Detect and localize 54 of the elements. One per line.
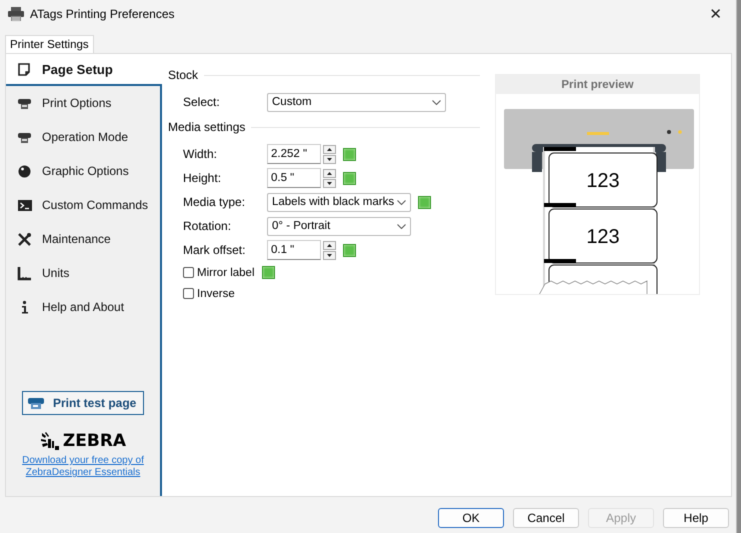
preview-heading: Print preview — [496, 75, 699, 94]
window-title: ATags Printing Preferences — [30, 7, 176, 21]
input-field[interactable]: 2.252 " — [267, 144, 321, 164]
triangle-down-icon — [327, 158, 332, 160]
print-test-page-button[interactable]: Print test page — [22, 391, 144, 415]
dropdown[interactable]: Custom — [267, 92, 446, 112]
checkbox[interactable] — [183, 288, 194, 299]
printer-icon — [27, 396, 45, 410]
label-number: 123 — [586, 170, 620, 192]
dropdown[interactable]: 0° - Portrait — [267, 216, 411, 236]
field-label: Width: — [183, 147, 218, 161]
spin-up-button[interactable] — [323, 168, 336, 178]
dropdown[interactable]: Labels with black marks — [267, 192, 411, 212]
dialog-button[interactable]: Cancel — [513, 508, 579, 528]
spin-up-button[interactable] — [323, 240, 336, 250]
triangle-down-icon — [327, 182, 332, 184]
label-number: 123 — [586, 226, 620, 248]
field-label: Height: — [183, 171, 222, 185]
input-field[interactable]: 0.5 " — [267, 168, 321, 188]
triangle-up-icon — [327, 148, 332, 150]
download-link[interactable]: Download your free copy of ZebraDesigner Essentials — [18, 455, 148, 479]
spin-up-button[interactable] — [323, 144, 336, 154]
checkbox[interactable] — [183, 267, 194, 278]
zebra-logo: ZEBRA — [62, 431, 126, 451]
close-button[interactable]: ✕ — [703, 5, 728, 23]
checkbox-label: Inverse — [197, 288, 235, 300]
triangle-up-icon — [327, 244, 332, 246]
ruler-icon — [17, 266, 32, 280]
triangle-down-icon — [327, 254, 332, 256]
zebra-logo-icon — [40, 431, 60, 451]
chevron-down-icon — [432, 100, 441, 104]
chevron-down-icon — [397, 200, 406, 204]
printer-icon — [8, 7, 24, 21]
section-heading: Media settings — [168, 120, 246, 134]
dialog-button[interactable]: OK — [438, 508, 504, 528]
chevron-down-icon — [397, 224, 406, 228]
field-label: Rotation: — [183, 219, 232, 233]
tools-icon — [17, 232, 32, 246]
triangle-up-icon — [327, 172, 332, 174]
tab[interactable]: Printer Settings — [5, 35, 94, 53]
spin-down-button[interactable] — [323, 250, 336, 260]
terminal-icon — [17, 198, 32, 212]
dialog-button[interactable]: Help — [663, 508, 729, 528]
field-label: Mark offset: — [183, 243, 246, 257]
field-label: Media type: — [183, 195, 246, 209]
field-label: Select: — [183, 95, 221, 109]
ball-icon — [17, 164, 32, 178]
spin-down-button[interactable] — [323, 154, 336, 164]
sidebar-item[interactable]: Page Setup — [6, 54, 162, 86]
input-field[interactable]: 0.1 " — [267, 240, 321, 260]
section-heading: Stock — [168, 68, 198, 82]
spin-down-button[interactable] — [323, 178, 336, 188]
checkbox-label: Mirror label — [197, 266, 255, 278]
page-icon — [17, 62, 32, 76]
